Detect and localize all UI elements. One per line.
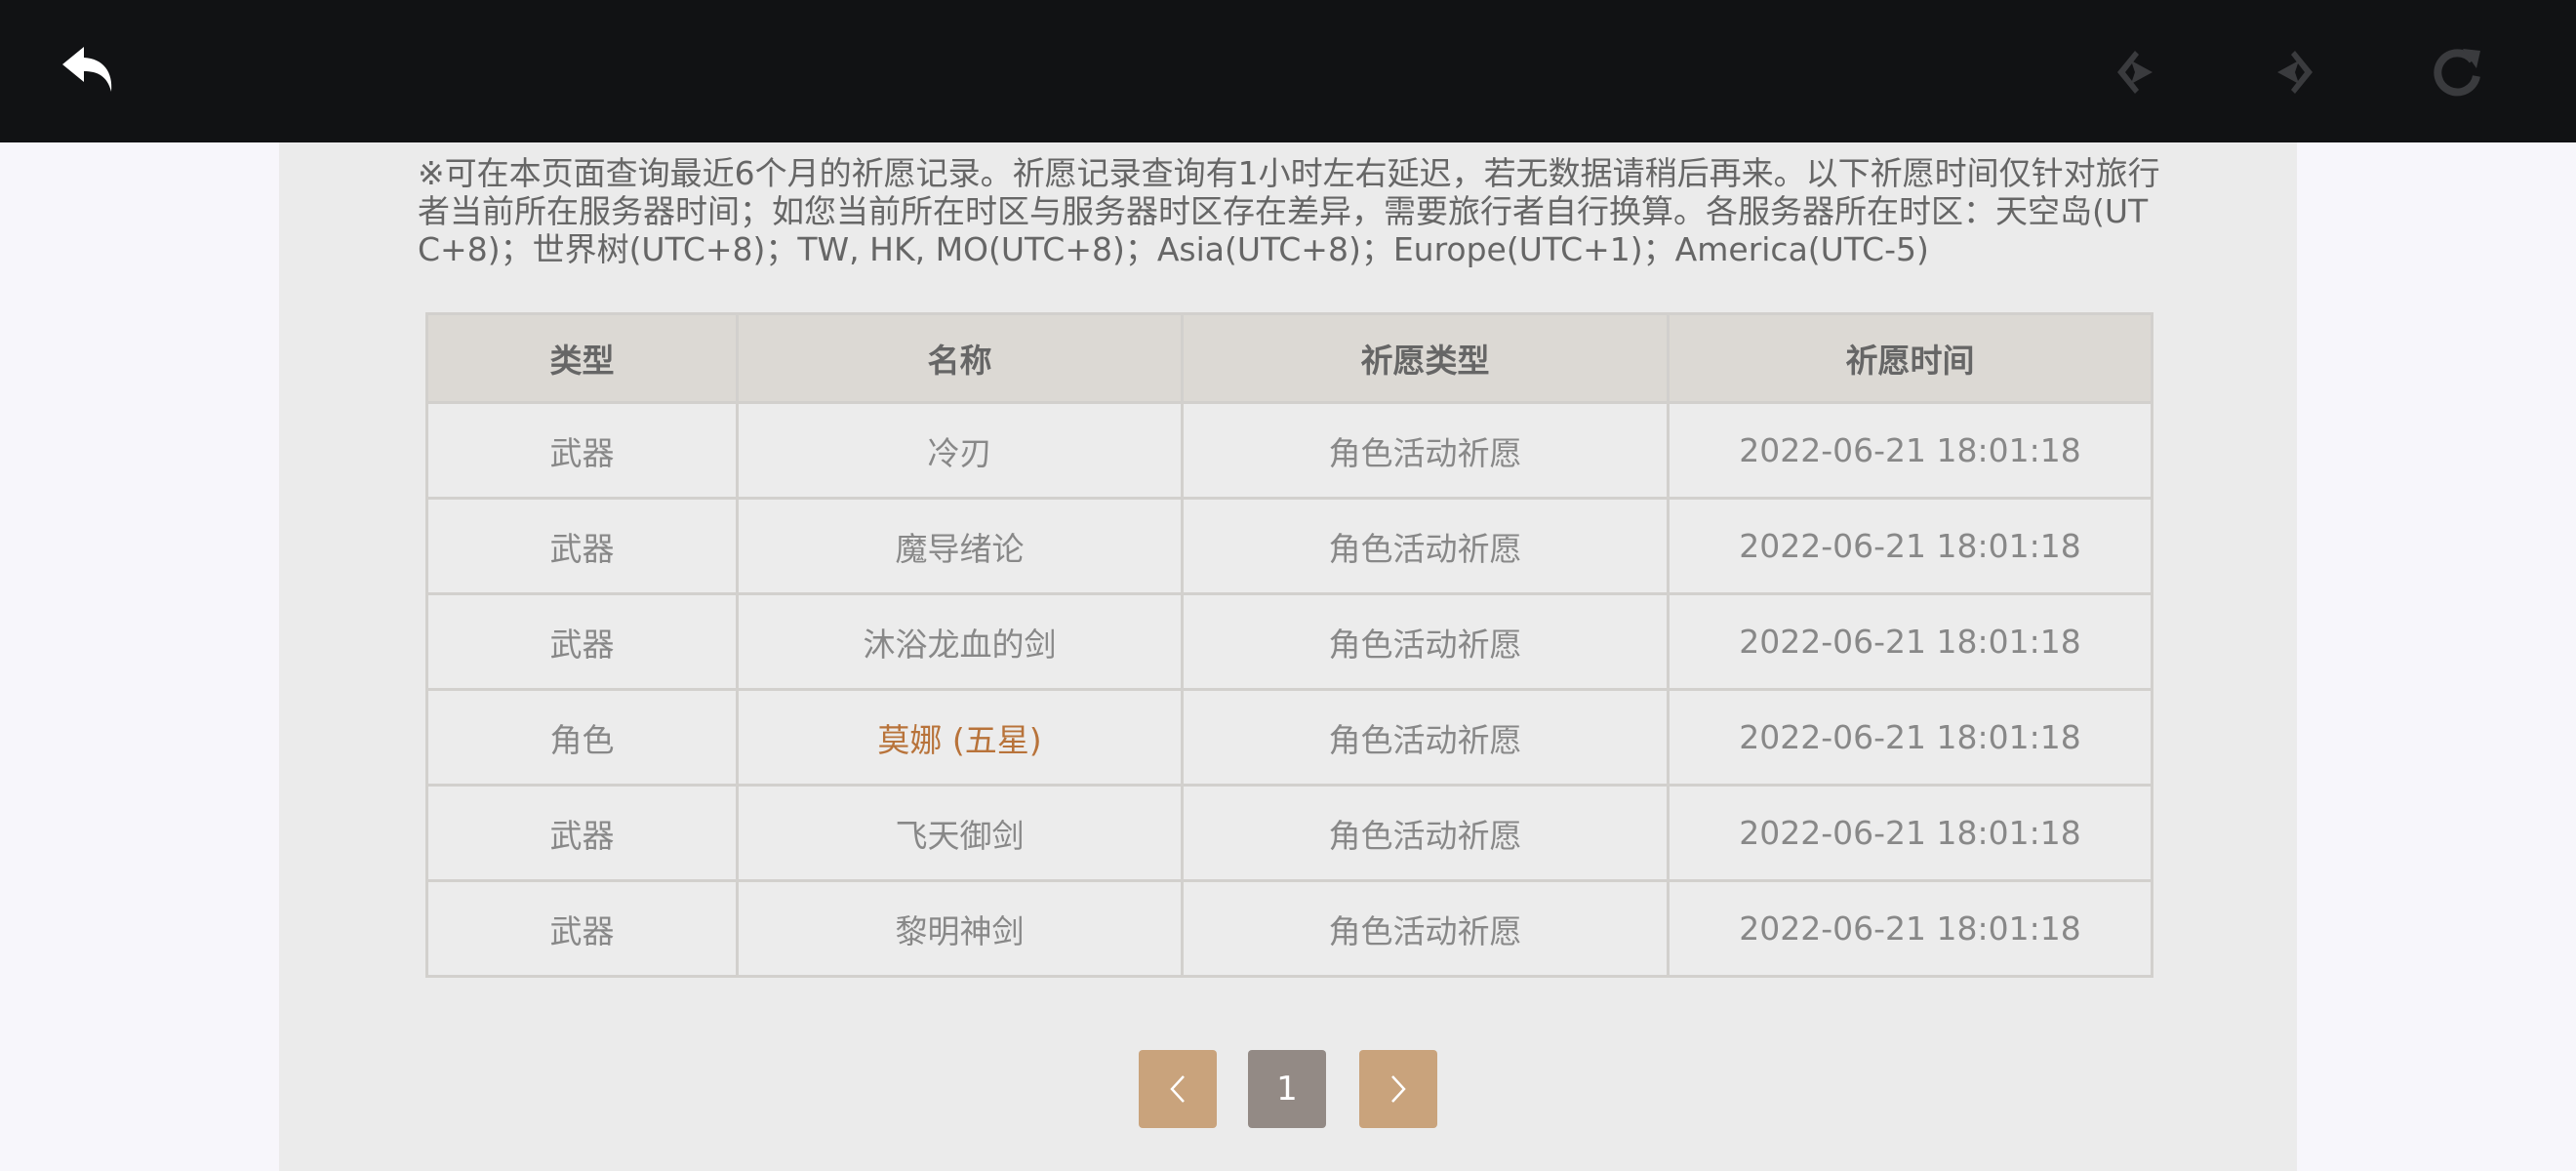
page-number: 1 (1276, 1070, 1298, 1109)
table-row: 武器 飞天御剑 角色活动祈愿 2022-06-21 18:01:18 (425, 784, 2153, 882)
cell-name: 魔导绪论 (736, 497, 1184, 595)
prev-icon (2117, 51, 2153, 94)
back-arrow-icon (62, 47, 112, 92)
cell-time: 2022-06-21 18:01:18 (1667, 497, 2153, 595)
cell-wish-type: 角色活动祈愿 (1181, 688, 1670, 787)
next-page-button[interactable] (1359, 1050, 1437, 1128)
cell-wish-type: 角色活动祈愿 (1181, 592, 1670, 691)
page-number-button[interactable]: 1 (1248, 1050, 1326, 1128)
prev-page-button[interactable] (1139, 1050, 1217, 1128)
cell-name: 沐浴龙血的剑 (736, 592, 1184, 691)
cell-time: 2022-06-21 18:01:18 (1667, 784, 2153, 882)
cell-name-five-star: 莫娜 (五星) (736, 688, 1184, 787)
back-button[interactable] (55, 37, 125, 107)
cell-wish-type: 角色活动祈愿 (1181, 497, 1670, 595)
reload-icon (2434, 49, 2480, 97)
table-row: 武器 冷刃 角色活动祈愿 2022-06-21 18:01:18 (425, 401, 2153, 500)
browser-toolbar (0, 0, 2576, 142)
cell-name: 黎明神剑 (736, 879, 1184, 978)
cell-type: 武器 (425, 592, 739, 691)
chevron-left-icon (1170, 1075, 1185, 1103)
cell-time: 2022-06-21 18:01:18 (1667, 879, 2153, 978)
table-row: 武器 黎明神剑 角色活动祈愿 2022-06-21 18:01:18 (425, 879, 2153, 978)
header-name: 名称 (736, 312, 1184, 404)
header-wish-type: 祈愿类型 (1181, 312, 1670, 404)
cell-name: 飞天御剑 (736, 784, 1184, 882)
next-icon (2277, 51, 2313, 94)
cell-wish-type: 角色活动祈愿 (1181, 879, 1670, 978)
table-row: 武器 魔导绪论 角色活动祈愿 2022-06-21 18:01:18 (425, 497, 2153, 595)
reload-button[interactable] (2422, 37, 2492, 107)
cell-type: 武器 (425, 497, 739, 595)
wish-history-panel: ※可在本页面查询最近6个月的祈愿记录。祈愿记录查询有1小时左右延迟，若无数据请稍… (279, 142, 2297, 1171)
cell-type: 武器 (425, 879, 739, 978)
notice-text: ※可在本页面查询最近6个月的祈愿记录。祈愿记录查询有1小时左右延迟，若无数据请稍… (418, 154, 2160, 268)
cell-wish-type: 角色活动祈愿 (1181, 784, 1670, 882)
header-wish-time: 祈愿时间 (1667, 312, 2153, 404)
cell-wish-type: 角色活动祈愿 (1181, 401, 1670, 500)
next-button[interactable] (2260, 37, 2330, 107)
wish-records-table: 类型 名称 祈愿类型 祈愿时间 武器 冷刃 角色活动祈愿 2022-06-21 … (425, 312, 2153, 978)
cell-time: 2022-06-21 18:01:18 (1667, 688, 2153, 787)
table-row: 武器 沐浴龙血的剑 角色活动祈愿 2022-06-21 18:01:18 (425, 592, 2153, 691)
cell-type: 武器 (425, 784, 739, 882)
chevron-right-icon (1391, 1075, 1406, 1103)
cell-time: 2022-06-21 18:01:18 (1667, 592, 2153, 691)
table-row: 角色 莫娜 (五星) 角色活动祈愿 2022-06-21 18:01:18 (425, 688, 2153, 787)
cell-type: 角色 (425, 688, 739, 787)
table-header-row: 类型 名称 祈愿类型 祈愿时间 (425, 312, 2153, 404)
header-type: 类型 (425, 312, 739, 404)
cell-time: 2022-06-21 18:01:18 (1667, 401, 2153, 500)
cell-name: 冷刃 (736, 401, 1184, 500)
prev-button[interactable] (2100, 37, 2170, 107)
cell-type: 武器 (425, 401, 739, 500)
